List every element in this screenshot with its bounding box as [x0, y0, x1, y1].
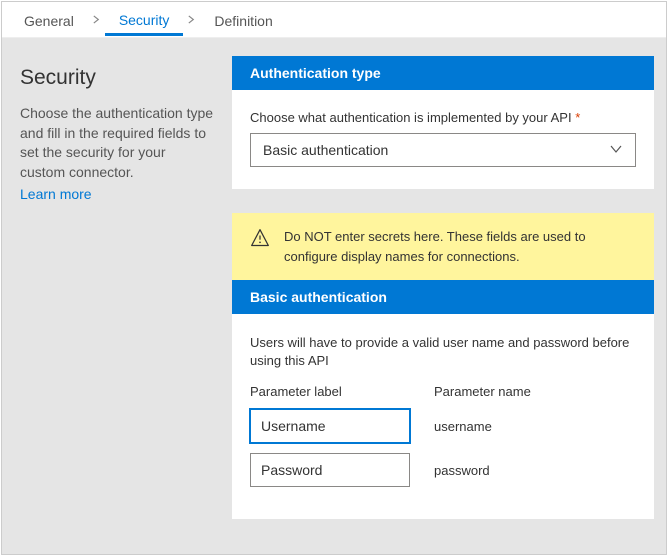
chevron-right-icon: [183, 13, 200, 27]
basic-auth-header: Basic authentication: [232, 280, 654, 314]
page-title: Security: [20, 66, 214, 90]
required-asterisk: *: [575, 110, 580, 125]
tab-security[interactable]: Security: [105, 4, 184, 36]
auth-type-label: Choose what authentication is implemente…: [250, 110, 636, 125]
learn-more-link[interactable]: Learn more: [20, 186, 92, 202]
page-description: Choose the authentication type and fill …: [20, 104, 214, 182]
warning-icon: [250, 227, 270, 254]
auth-type-select[interactable]: Basic authentication: [250, 133, 636, 167]
auth-type-header: Authentication type: [232, 56, 654, 90]
sidebar: Security Choose the authentication type …: [2, 38, 232, 554]
param-label-input-username[interactable]: [250, 409, 410, 443]
column-header-name: Parameter name: [430, 384, 636, 399]
param-name-username: username: [410, 419, 636, 434]
basic-auth-card: Do NOT enter secrets here. These fields …: [232, 213, 654, 519]
param-label-input-password[interactable]: [250, 453, 410, 487]
warning-banner: Do NOT enter secrets here. These fields …: [232, 213, 654, 280]
auth-type-selected: Basic authentication: [263, 142, 388, 158]
tab-general[interactable]: General: [10, 5, 88, 35]
param-row: password: [250, 453, 636, 487]
chevron-down-icon: [609, 142, 623, 159]
auth-type-card: Authentication type Choose what authenti…: [232, 56, 654, 189]
chevron-right-icon: [88, 13, 105, 27]
tab-definition[interactable]: Definition: [200, 5, 286, 35]
param-row: username: [250, 409, 636, 443]
column-header-label: Parameter label: [250, 384, 430, 399]
breadcrumb-tabs: General Security Definition: [2, 2, 666, 38]
param-name-password: password: [410, 463, 636, 478]
basic-auth-description: Users will have to provide a valid user …: [250, 334, 636, 370]
warning-text: Do NOT enter secrets here. These fields …: [284, 227, 636, 266]
